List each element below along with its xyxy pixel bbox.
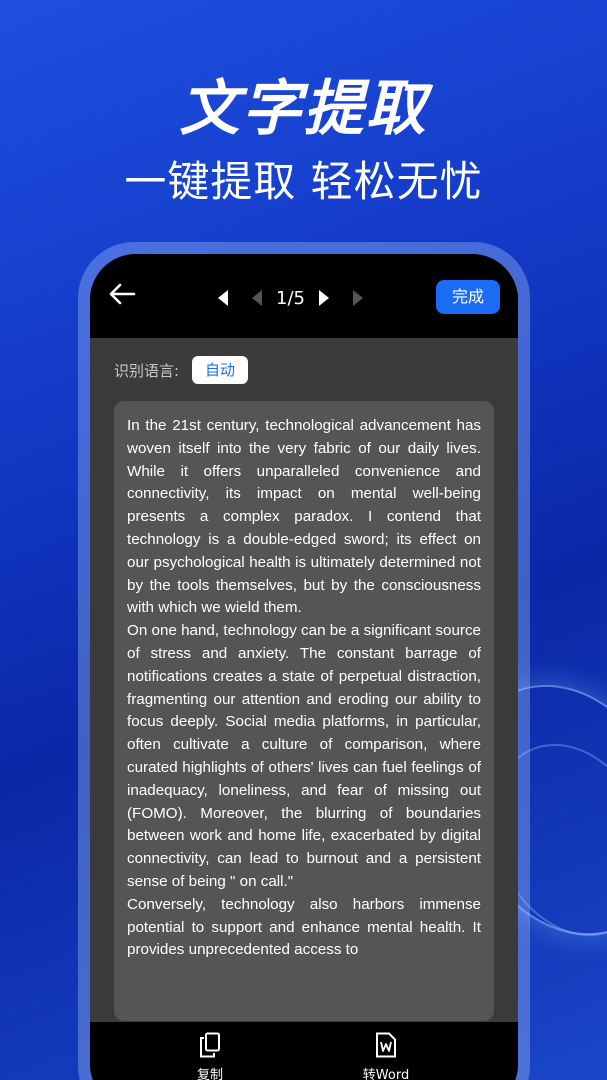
next-page-icon[interactable] [318, 290, 329, 306]
word-document-icon [375, 1032, 397, 1058]
bottom-toolbar: 复制 转Word [90, 1022, 518, 1080]
recognition-language-label: 识别语言: [114, 362, 180, 380]
phone-screen: 1/5 完成 识别语言: 自动 In the 21st century, tec… [90, 254, 518, 1080]
page-navigator: 1/5 [218, 284, 363, 312]
recognized-text-area[interactable]: In the 21st century, technological advan… [114, 401, 494, 1021]
text-paragraph: On one hand, technology can be a signifi… [127, 622, 481, 890]
copy-button[interactable]: 复制 [170, 1032, 250, 1080]
copy-label: 复制 [196, 1068, 223, 1080]
to-word-label: 转Word [362, 1068, 410, 1080]
last-page-icon[interactable] [352, 290, 363, 306]
arrow-left-icon [109, 283, 136, 305]
page-indicator: 1/5 [276, 287, 305, 309]
to-word-button[interactable]: 转Word [346, 1032, 426, 1080]
hero-title: 文字提取 [179, 74, 428, 144]
copy-icon [199, 1032, 221, 1058]
top-bar: 1/5 完成 [90, 254, 518, 338]
text-paragraph: Conversely, technology also harbors imme… [127, 895, 481, 959]
hero-subtitle: 一键提取 轻松无忧 [124, 157, 483, 206]
done-button[interactable]: 完成 [436, 280, 500, 314]
back-button[interactable] [108, 282, 142, 310]
language-selector[interactable]: 自动 [192, 356, 248, 384]
text-paragraph: In the 21st century, technological advan… [127, 417, 481, 617]
ocr-content: 识别语言: 自动 In the 21st century, technologi… [90, 338, 518, 1048]
phone-frame: 1/5 完成 识别语言: 自动 In the 21st century, tec… [78, 242, 530, 1080]
first-page-icon[interactable] [218, 290, 228, 306]
previous-page-icon[interactable] [252, 290, 262, 306]
